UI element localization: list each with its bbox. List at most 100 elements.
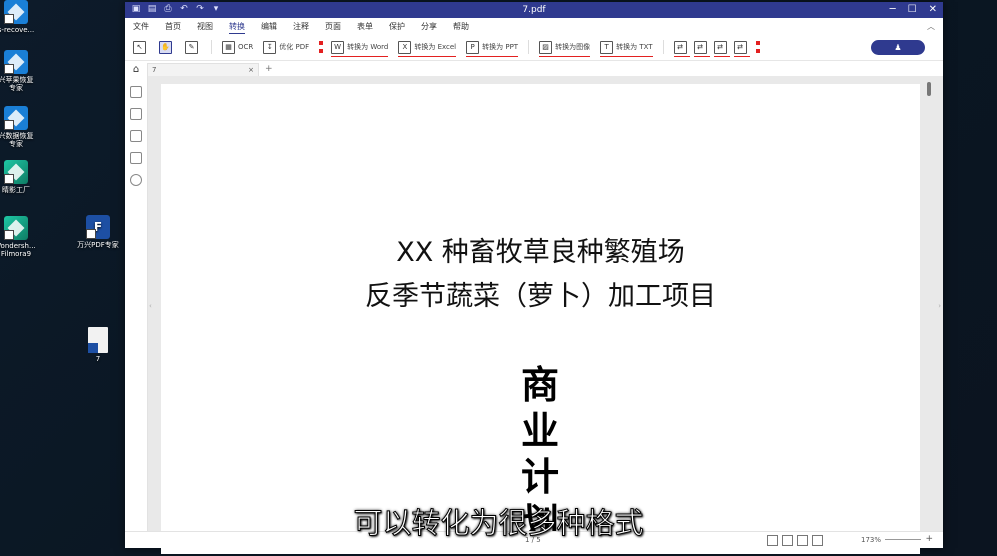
- annotation-marker: [755, 41, 760, 53]
- optimize-icon: ↧: [263, 40, 277, 54]
- hand-tool-button[interactable]: ✋: [159, 40, 175, 54]
- collapse-left-icon[interactable]: ‹: [149, 302, 152, 310]
- new-tab-button[interactable]: +: [265, 64, 273, 74]
- minimize-button[interactable]: ─: [890, 3, 896, 16]
- pdf-window: ▣ ▤ ⎙ ↶ ↷ ▾ 7.pdf ─ ☐ ✕ 文件 首页 视图 转换 编辑 注…: [125, 2, 943, 554]
- edit-tool-button[interactable]: ✎: [185, 40, 201, 54]
- convert-other-icon: ⇄: [733, 40, 747, 54]
- attachment-icon[interactable]: [130, 152, 142, 164]
- home-icon[interactable]: ⌂: [125, 64, 147, 75]
- to-excel-label: 转换为 Excel: [414, 43, 457, 51]
- menu-share[interactable]: 分享: [421, 21, 437, 32]
- convert-to-excel-button[interactable]: X 转换为 Excel: [398, 40, 457, 57]
- toolbar-divider: [211, 40, 212, 54]
- bookmark-icon[interactable]: [130, 108, 142, 120]
- left-sidebar: [125, 76, 148, 548]
- menu-comment[interactable]: 注释: [293, 21, 309, 32]
- menu-home[interactable]: 首页: [165, 21, 181, 32]
- ocr-icon: ▦: [222, 40, 235, 54]
- convert-to-word-button[interactable]: W 转换为 Word: [331, 40, 389, 57]
- desktop-icon-label: 兴苹果恢复 专家: [0, 76, 34, 92]
- desktop-icon-recovery[interactable]: s-recove...: [0, 0, 46, 34]
- convert-to-image-button[interactable]: ▨ 转换为图像: [539, 40, 591, 57]
- collapse-ribbon-icon[interactable]: ︿: [927, 21, 935, 32]
- hand-icon: ✋: [159, 40, 172, 54]
- to-ppt-label: 转换为 PPT: [482, 43, 519, 51]
- desktop-icon-filmora[interactable]: Vondersh... Filmora9: [0, 216, 46, 258]
- menu-help[interactable]: 帮助: [453, 21, 469, 32]
- optimize-label: 优化 PDF: [279, 43, 310, 51]
- user-account-button[interactable]: ♟: [871, 40, 925, 55]
- desktop-icon-label: 兴数据恢复 专家: [0, 132, 34, 148]
- convert-other-button-3[interactable]: ⇄: [713, 40, 730, 57]
- convert-to-txt-button[interactable]: T 转换为 TXT: [600, 40, 653, 57]
- desktop-icon-apple-recovery[interactable]: 兴苹果恢复 专家: [0, 50, 46, 92]
- convert-other-icon: ⇄: [673, 40, 687, 54]
- video-factory-app-icon: [4, 160, 28, 184]
- menu-view[interactable]: 视图: [197, 21, 213, 32]
- ppt-icon: P: [466, 40, 480, 54]
- image-icon: ▨: [539, 40, 553, 54]
- filmora-app-icon: [4, 216, 28, 240]
- menu-convert[interactable]: 转换: [229, 21, 245, 35]
- desktop-icon-label: 睛影工厂: [2, 186, 30, 194]
- tab-title: 7: [152, 65, 157, 74]
- menu-file[interactable]: 文件: [133, 21, 149, 32]
- tab-close-icon[interactable]: ×: [248, 66, 254, 74]
- window-title: 7.pdf: [522, 5, 546, 15]
- ocr-button[interactable]: ▦ OCR: [222, 40, 254, 54]
- collapse-right-icon[interactable]: ›: [938, 302, 941, 310]
- document-area: ‹ XX 种畜牧草良种繁殖场 反季节蔬菜（萝卜）加工项目 商 业 计 划 › 1…: [125, 76, 943, 554]
- menu-page[interactable]: 页面: [325, 21, 341, 32]
- optimize-pdf-button[interactable]: ↧ 优化 PDF: [263, 40, 310, 54]
- excel-icon: X: [398, 40, 412, 54]
- convert-other-button-2[interactable]: ⇄: [693, 40, 710, 57]
- convert-other-icon: ⇄: [693, 40, 707, 54]
- cursor-icon: ↖: [133, 40, 146, 54]
- maximize-button[interactable]: ☐: [908, 3, 917, 16]
- document-title-line-2: 反季节蔬菜（萝卜）加工项目: [365, 281, 716, 312]
- close-button[interactable]: ✕: [929, 3, 937, 16]
- pdf-file-icon: [88, 327, 108, 353]
- toolbar-divider: [662, 40, 664, 54]
- search-icon[interactable]: [130, 174, 142, 186]
- tab-bar: ⌂ 7 × +: [125, 61, 943, 77]
- to-word-label: 转换为 Word: [347, 43, 389, 51]
- to-image-label: 转换为图像: [555, 43, 591, 51]
- toolbar-divider: [528, 40, 530, 54]
- desktop-icon-label: 7: [95, 355, 101, 363]
- desktop-icon-label: 万兴PDF专家: [77, 241, 119, 249]
- to-txt-label: 转换为 TXT: [616, 43, 653, 51]
- word-icon: W: [331, 40, 345, 54]
- video-subtitle: 可以转化为很多种格式: [353, 506, 644, 541]
- menu-form[interactable]: 表单: [357, 21, 373, 32]
- vertical-scrollbar[interactable]: [927, 82, 931, 96]
- menu-bar: 文件 首页 视图 转换 编辑 注释 页面 表单 保护 分享 帮助 ︿: [125, 18, 943, 35]
- convert-other-button-4[interactable]: ⇄: [733, 40, 750, 57]
- annotation-marker: [319, 41, 324, 53]
- recovery-app-icon: [4, 0, 28, 24]
- title-bar: ▣ ▤ ⎙ ↶ ↷ ▾ 7.pdf ─ ☐ ✕: [125, 2, 943, 18]
- apple-recovery-app-icon: [4, 50, 28, 74]
- desktop-icon-pdf-file[interactable]: 7: [68, 327, 128, 363]
- document-tab[interactable]: 7 ×: [147, 62, 259, 76]
- thumbnail-icon[interactable]: [130, 86, 142, 98]
- convert-to-ppt-button[interactable]: P 转换为 PPT: [466, 40, 519, 57]
- desktop-icon-label: Vondersh... Filmora9: [0, 242, 36, 258]
- menu-edit[interactable]: 编辑: [261, 21, 277, 32]
- convert-toolbar: ↖ ✋ ✎ ▦ OCR ↧ 优化 PDF W 转换为 Word X 转换为 Excel …: [125, 34, 943, 61]
- comment-icon[interactable]: [130, 130, 142, 142]
- desktop-icon-video-factory[interactable]: 睛影工厂: [0, 160, 46, 194]
- pdf-page: XX 种畜牧草良种繁殖场 反季节蔬菜（萝卜）加工项目 商 业 计 划: [161, 84, 920, 554]
- pdf-expert-app-icon: F: [86, 215, 110, 239]
- desktop-icon-pdf-expert[interactable]: F 万兴PDF专家: [68, 215, 128, 249]
- menu-protect[interactable]: 保护: [389, 21, 405, 32]
- pencil-icon: ✎: [185, 40, 198, 54]
- convert-other-icon: ⇄: [713, 40, 727, 54]
- ocr-label: OCR: [238, 43, 254, 51]
- data-recovery-app-icon: [4, 106, 28, 130]
- txt-icon: T: [600, 40, 614, 54]
- convert-other-button-1[interactable]: ⇄: [673, 40, 690, 57]
- select-tool-button[interactable]: ↖: [133, 40, 149, 54]
- desktop-icon-data-recovery[interactable]: 兴数据恢复 专家: [0, 106, 46, 148]
